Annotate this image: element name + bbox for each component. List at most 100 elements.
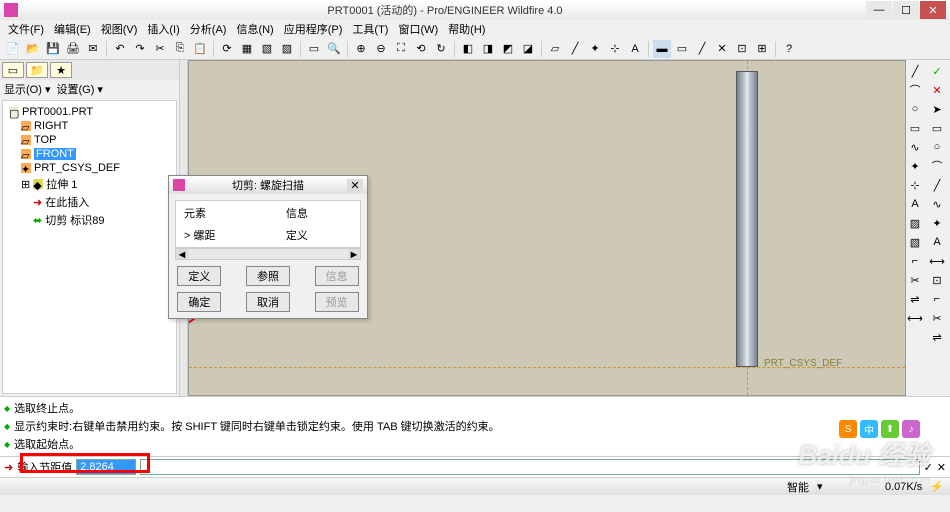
sketch-fillet-icon[interactable]: ⌐ [906, 252, 924, 270]
sketch-text-icon[interactable]: A [906, 195, 924, 213]
maximize-button[interactable]: ☐ [893, 1, 919, 19]
define-button[interactable]: 定义 [177, 266, 221, 286]
tool-icon[interactable]: ▭ [928, 119, 946, 137]
sketch-dim-icon[interactable]: ⟷ [906, 309, 924, 327]
menu-app[interactable]: 应用程序(P) [280, 21, 347, 37]
sketch-arc-icon[interactable]: ⌒ [906, 81, 924, 99]
hidden-icon[interactable]: ╱ [693, 40, 711, 58]
menu-analysis[interactable]: 分析(A) [186, 21, 231, 37]
tool-icon[interactable]: ⊡ [928, 271, 946, 289]
reject-icon[interactable]: ✕ [937, 461, 946, 474]
datum-plane-icon[interactable]: ▱ [546, 40, 564, 58]
paste-icon[interactable]: 📋 [191, 40, 209, 58]
tree-item-csys[interactable]: ✦PRT_CSYS_DEF [7, 161, 172, 175]
tool-icon[interactable]: ○ [928, 138, 946, 156]
tool-icon[interactable]: ▧ [258, 40, 276, 58]
sketch-circle-icon[interactable]: ○ [906, 100, 924, 118]
menu-tools[interactable]: 工具(T) [348, 21, 392, 37]
find-icon[interactable]: 🔍 [325, 40, 343, 58]
datum-point-icon[interactable]: ✦ [586, 40, 604, 58]
tool-icon[interactable]: ⌒ [928, 157, 946, 175]
copy-icon[interactable]: ⎘ [171, 40, 189, 58]
tool-icon[interactable]: ⟷ [928, 252, 946, 270]
menu-edit[interactable]: 编辑(E) [50, 21, 95, 37]
redo-icon[interactable]: ↷ [131, 40, 149, 58]
nohidden-icon[interactable]: ✕ [713, 40, 731, 58]
close-button[interactable]: ✕ [920, 1, 946, 19]
datum-csys-icon[interactable]: ⊹ [606, 40, 624, 58]
zoomfit-icon[interactable]: ⛶ [392, 40, 410, 58]
row-pitch[interactable]: > 螺距 [178, 225, 278, 245]
view-icon[interactable]: ◩ [499, 40, 517, 58]
sketch-mirror-icon[interactable]: ⇌ [906, 290, 924, 308]
menu-info[interactable]: 信息(N) [232, 21, 277, 37]
menu-file[interactable]: 文件(F) [4, 21, 48, 37]
tool-icon[interactable]: ✂ [928, 309, 946, 327]
done-icon[interactable]: ✓ [928, 62, 946, 80]
ok-button[interactable]: 确定 [177, 292, 221, 312]
view-icon[interactable]: ◨ [479, 40, 497, 58]
status-smart[interactable]: 智能 [787, 479, 809, 495]
model-tree[interactable]: ▢PRT0001.PRT ▱RIGHT ▱TOP ▱FRONT ✦PRT_CSY… [2, 100, 177, 394]
refs-button[interactable]: 参照 [246, 266, 290, 286]
tree-item-insert-here[interactable]: ➜在此插入 [7, 193, 172, 211]
save-icon[interactable]: 💾 [44, 40, 62, 58]
wire-icon[interactable]: ▭ [673, 40, 691, 58]
select-icon[interactable]: ▭ [305, 40, 323, 58]
tab-folder-icon[interactable]: 📁 [26, 62, 48, 78]
settings-dropdown[interactable]: 设置(G) ▾ [56, 81, 102, 97]
menu-help[interactable]: 帮助(H) [444, 21, 489, 37]
model-cylinder[interactable] [736, 71, 758, 367]
view-icon[interactable]: ◪ [519, 40, 537, 58]
dialog-scrollbar[interactable]: ◄► [175, 248, 361, 260]
dialog-close-icon[interactable]: ✕ [347, 179, 363, 192]
display-dropdown[interactable]: 显示(O) ▾ [4, 81, 50, 97]
tree-item-top[interactable]: ▱TOP [7, 133, 172, 147]
menu-window[interactable]: 窗口(W) [394, 21, 442, 37]
info-button[interactable]: 信息 [315, 266, 359, 286]
sketch-trim-icon[interactable]: ✂ [906, 271, 924, 289]
sketch-tool-icon[interactable]: ▨ [906, 214, 924, 232]
tool-icon[interactable]: ⇌ [928, 328, 946, 346]
sketch-csys-icon[interactable]: ⊹ [906, 176, 924, 194]
menu-insert[interactable]: 插入(I) [143, 21, 183, 37]
tool-icon[interactable]: ✦ [928, 214, 946, 232]
sketch-spline-icon[interactable]: ∿ [906, 138, 924, 156]
zoomin-icon[interactable]: ⊕ [352, 40, 370, 58]
status-accel-icon[interactable]: ⚡ [930, 480, 944, 493]
select-arrow-icon[interactable]: ➤ [928, 100, 946, 118]
dialog-element-table[interactable]: 元素信息 > 螺距定义 [175, 200, 361, 248]
tool-icon[interactable]: ▦ [238, 40, 256, 58]
tool-icon[interactable]: ⊡ [733, 40, 751, 58]
refit-icon[interactable]: ⟲ [412, 40, 430, 58]
sketch-tool-icon[interactable]: ▧ [906, 233, 924, 251]
sketch-point-icon[interactable]: ✦ [906, 157, 924, 175]
annot-icon[interactable]: A [626, 40, 644, 58]
tree-item-extrude[interactable]: ⊞◆拉伸 1 [7, 175, 172, 193]
quit-icon[interactable]: ✕ [928, 81, 946, 99]
cut-icon[interactable]: ✂ [151, 40, 169, 58]
tree-item-cut[interactable]: ⬌切剪 标识89 [7, 211, 172, 229]
tree-item-right[interactable]: ▱RIGHT [7, 119, 172, 133]
tool-icon[interactable]: ∿ [928, 195, 946, 213]
mail-icon[interactable]: ✉ [84, 40, 102, 58]
tool-icon[interactable]: ⌐ [928, 290, 946, 308]
tool-icon[interactable]: ⊞ [753, 40, 771, 58]
regen-icon[interactable]: ⟳ [218, 40, 236, 58]
tool-icon[interactable]: A [928, 233, 946, 251]
tab-model-tree-icon[interactable]: ▭ [2, 62, 24, 78]
datum-axis-icon[interactable]: ╱ [566, 40, 584, 58]
sketch-line-icon[interactable]: ╱ [906, 62, 924, 80]
tool-icon[interactable]: ╱ [928, 176, 946, 194]
view-icon[interactable]: ◧ [459, 40, 477, 58]
tool-icon[interactable]: ▨ [278, 40, 296, 58]
accept-icon[interactable]: ✓ [924, 461, 933, 474]
preview-button[interactable]: 预览 [315, 292, 359, 312]
open-icon[interactable]: 📂 [24, 40, 42, 58]
sketch-rect-icon[interactable]: ▭ [906, 119, 924, 137]
cancel-button[interactable]: 取消 [246, 292, 290, 312]
shade-icon[interactable]: ▬ [653, 40, 671, 58]
dialog-titlebar[interactable]: 切剪: 螺旋扫描 ✕ [169, 176, 367, 194]
menu-view[interactable]: 视图(V) [97, 21, 142, 37]
pitch-input[interactable] [76, 459, 136, 475]
